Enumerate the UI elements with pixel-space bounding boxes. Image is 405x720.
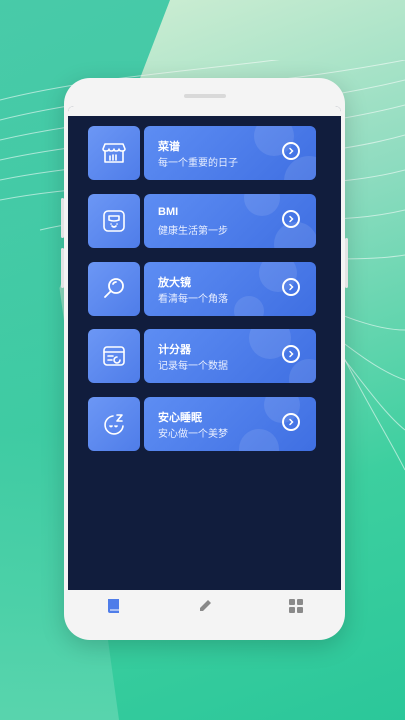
bottom-navigation bbox=[68, 590, 341, 622]
tool-subtitle: 安心做一个美梦 bbox=[158, 429, 228, 440]
tool-subtitle: 记录每一个数据 bbox=[158, 361, 228, 372]
tool-icon-tile bbox=[88, 194, 140, 248]
chevron-right-icon[interactable] bbox=[282, 413, 300, 431]
book-icon bbox=[107, 599, 119, 613]
tool-card: 计分器 记录每一个数据 bbox=[144, 329, 316, 383]
tool-icon-tile bbox=[88, 126, 140, 180]
tool-card: 安心睡眠 安心做一个美梦 bbox=[144, 397, 316, 451]
scoreboard-icon bbox=[103, 346, 125, 366]
tool-title: 计分器 bbox=[158, 344, 191, 356]
decor-bubble bbox=[239, 429, 279, 451]
tool-row-sleep[interactable]: 安心睡眠 安心做一个美梦 bbox=[88, 397, 316, 451]
grid-icon bbox=[288, 599, 303, 613]
tool-title: BMI bbox=[158, 206, 179, 218]
nav-tab-tools[interactable] bbox=[99, 591, 129, 621]
tool-card: 放大镜 看清每一个角落 bbox=[144, 262, 316, 316]
tool-row-recipe[interactable]: 菜谱 每一个重要的日子 bbox=[88, 126, 316, 180]
tool-row-scoreboard[interactable]: 计分器 记录每一个数据 bbox=[88, 329, 316, 383]
tool-subtitle: 看清每一个角落 bbox=[158, 294, 228, 305]
pencil-icon bbox=[199, 600, 211, 611]
decor-bubble bbox=[244, 194, 280, 216]
tool-card: BMI 健康生活第一步 bbox=[144, 194, 316, 248]
scale-icon bbox=[103, 210, 125, 232]
nav-tab-notes[interactable] bbox=[190, 591, 220, 621]
tool-icon-tile bbox=[88, 397, 140, 451]
shop-icon bbox=[102, 143, 126, 163]
tool-row-magnifier[interactable]: 放大镜 看清每一个角落 bbox=[88, 262, 316, 316]
tool-icon-tile bbox=[88, 262, 140, 316]
tool-title: 菜谱 bbox=[158, 141, 180, 153]
magnifier-icon bbox=[104, 278, 124, 298]
decor-bubble bbox=[234, 296, 264, 316]
nav-tab-more[interactable] bbox=[281, 591, 311, 621]
status-bar bbox=[68, 106, 341, 116]
phone-side-button bbox=[61, 198, 64, 238]
sleep-icon bbox=[104, 414, 124, 435]
phone-side-button bbox=[345, 238, 348, 288]
tool-subtitle: 健康生活第一步 bbox=[158, 226, 228, 237]
tool-icon-tile bbox=[88, 329, 140, 383]
phone-speaker bbox=[184, 94, 226, 98]
phone-mockup: 菜谱 每一个重要的日子 BMI 健康生活第一步 放大镜 看清每一个角落 计分器 … bbox=[61, 78, 348, 640]
tool-card: 菜谱 每一个重要的日子 bbox=[144, 126, 316, 180]
chevron-right-icon[interactable] bbox=[282, 278, 300, 296]
app-screen: 菜谱 每一个重要的日子 BMI 健康生活第一步 放大镜 看清每一个角落 计分器 … bbox=[68, 106, 341, 590]
tool-title: 放大镜 bbox=[158, 277, 191, 289]
tool-subtitle: 每一个重要的日子 bbox=[158, 158, 238, 169]
chevron-right-icon[interactable] bbox=[282, 142, 300, 160]
phone-side-button bbox=[61, 248, 64, 288]
tool-row-bmi[interactable]: BMI 健康生活第一步 bbox=[88, 194, 316, 248]
chevron-right-icon[interactable] bbox=[282, 345, 300, 363]
chevron-right-icon[interactable] bbox=[282, 210, 300, 228]
tool-title: 安心睡眠 bbox=[158, 412, 202, 424]
